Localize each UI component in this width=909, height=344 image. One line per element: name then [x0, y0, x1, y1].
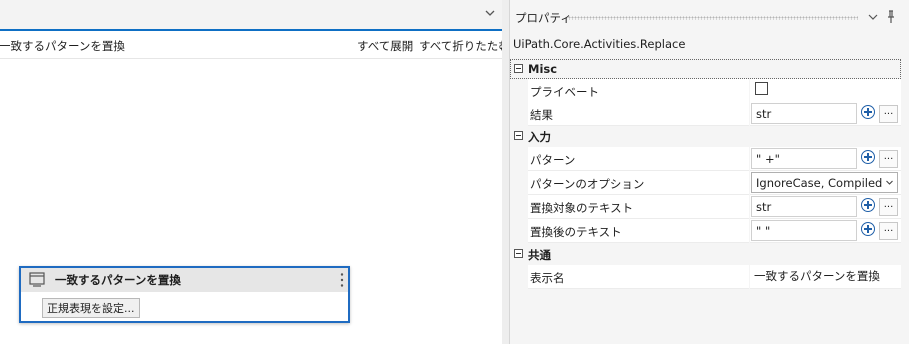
properties-panel-title: プロパティ	[515, 11, 572, 25]
panel-drag-grip[interactable]	[568, 16, 858, 20]
replacement-input[interactable]: " "	[751, 220, 857, 241]
pin-icon[interactable]	[886, 10, 896, 24]
property-name: 置換対象のテキスト	[530, 201, 634, 215]
property-row-input-text[interactable]: 置換対象のテキスト str ...	[510, 195, 901, 219]
collapse-all-link[interactable]: すべて折りたたむ	[419, 38, 510, 54]
replace-activity-card[interactable]: 一致するパターンを置換 正規表現を設定...	[19, 266, 350, 323]
private-checkbox[interactable]	[755, 82, 768, 95]
replacement-value: " "	[756, 224, 771, 238]
property-value-cell: " +" ...	[750, 147, 901, 171]
property-name: 置換後のテキスト	[530, 225, 622, 239]
collapse-toggle-icon[interactable]	[514, 249, 523, 258]
breadcrumb[interactable]: 一致するパターンを置換	[0, 38, 125, 54]
input-text-value: str	[756, 200, 772, 214]
panel-splitter[interactable]	[502, 0, 509, 344]
plus-circle-icon[interactable]	[861, 222, 875, 236]
pattern-options-select[interactable]: IgnoreCase, Compiled	[751, 172, 898, 193]
property-name-cell: プライベート	[528, 79, 749, 103]
chevron-down-icon[interactable]	[868, 12, 878, 22]
activity-title: 一致するパターンを置換	[55, 273, 181, 287]
property-value-cell[interactable]: 一致するパターンを置換	[750, 265, 901, 289]
workflow-designer: 一致するパターンを置換 すべて展開 すべて折りたたむ 一致するパターンを置換 正…	[0, 0, 510, 344]
expand-all-link[interactable]: すべて展開	[357, 38, 413, 54]
display-name-value[interactable]: 一致するパターンを置換	[754, 268, 880, 284]
property-row-display-name[interactable]: 表示名 一致するパターンを置換	[510, 265, 901, 289]
pattern-options-value: IgnoreCase, Compiled	[756, 176, 883, 190]
property-row-private[interactable]: プライベート	[510, 79, 901, 103]
property-row-pattern-options[interactable]: パターンのオプション IgnoreCase, Compiled	[510, 171, 901, 195]
property-name-cell: 置換対象のテキスト	[528, 195, 749, 219]
property-value-cell: " " ...	[750, 219, 901, 243]
designer-toolbar: 一致するパターンを置換 すべて展開 すべて折りたたむ	[0, 31, 510, 59]
selected-category-outline	[510, 59, 901, 79]
property-value-cell: IgnoreCase, Compiled	[750, 171, 901, 195]
pattern-input[interactable]: " +"	[751, 148, 857, 169]
property-row-replacement[interactable]: 置換後のテキスト " " ...	[510, 219, 901, 243]
category-input[interactable]: 入力	[510, 126, 901, 146]
category-label: 入力	[528, 130, 551, 144]
property-name-cell: パターンのオプション	[528, 171, 749, 195]
result-value: str	[756, 107, 772, 121]
property-name: プライベート	[530, 85, 599, 99]
activity-window-icon	[29, 272, 45, 287]
result-input[interactable]: str	[751, 103, 857, 124]
property-name: パターンのオプション	[530, 177, 645, 191]
plus-circle-icon[interactable]	[861, 150, 875, 164]
activity-header[interactable]: 一致するパターンを置換	[21, 268, 348, 292]
properties-panel: プロパティ UiPath.Core.Activities.Replace Mis…	[509, 0, 909, 344]
property-value-cell: str ...	[750, 195, 901, 219]
property-value-cell	[750, 79, 901, 103]
chevron-down-icon[interactable]	[484, 7, 496, 19]
plus-circle-icon[interactable]	[861, 198, 875, 212]
property-value-cell: str ...	[750, 102, 901, 126]
activity-type-name: UiPath.Core.Activities.Replace	[513, 37, 686, 51]
category-label: 共通	[528, 248, 551, 262]
ellipsis-button[interactable]: ...	[879, 150, 898, 168]
property-name: 結果	[530, 108, 553, 122]
property-name: 表示名	[530, 271, 565, 285]
chevron-down-icon[interactable]	[886, 179, 893, 186]
ellipsis-button[interactable]: ...	[879, 198, 898, 216]
ellipsis-button[interactable]: ...	[879, 222, 898, 240]
property-row-result[interactable]: 結果 str ...	[510, 102, 901, 126]
property-row-pattern[interactable]: パターン " +" ...	[510, 147, 901, 171]
property-name: パターン	[530, 153, 576, 167]
category-common[interactable]: 共通	[510, 244, 901, 264]
property-name-cell: 表示名	[528, 265, 749, 289]
pattern-value: " +"	[756, 152, 780, 166]
property-name-cell: 置換後のテキスト	[528, 219, 749, 243]
property-name-cell: 結果	[528, 102, 749, 126]
configure-regex-button[interactable]: 正規表現を設定...	[42, 298, 140, 318]
plus-circle-icon[interactable]	[861, 105, 875, 119]
ellipsis-button[interactable]: ...	[879, 105, 898, 123]
input-text-input[interactable]: str	[751, 196, 857, 217]
property-name-cell: パターン	[528, 147, 749, 171]
designer-tab-strip	[0, 0, 502, 31]
collapse-toggle-icon[interactable]	[514, 131, 523, 140]
more-vertical-icon[interactable]	[340, 272, 344, 288]
